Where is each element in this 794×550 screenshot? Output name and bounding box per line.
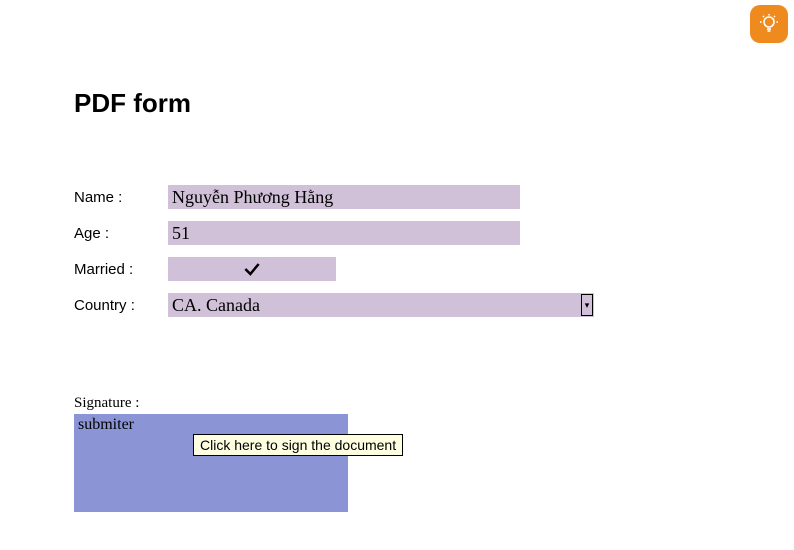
signature-label: Signature :	[74, 395, 720, 412]
lightbulb-icon	[757, 12, 781, 36]
married-label: Married :	[74, 261, 168, 278]
hint-button[interactable]	[750, 5, 788, 43]
country-value: CA. Canada	[172, 295, 260, 316]
country-label: Country :	[74, 297, 168, 314]
name-label: Name :	[74, 189, 168, 206]
age-label: Age :	[74, 225, 168, 242]
page-title: PDF form	[74, 88, 720, 119]
age-field[interactable]	[168, 221, 520, 245]
signature-box[interactable]: submiter	[74, 414, 348, 512]
married-checkbox[interactable]	[168, 257, 336, 281]
signature-placeholder: submiter	[78, 416, 134, 433]
country-select[interactable]: CA. Canada ▾	[168, 293, 594, 317]
signature-tooltip: Click here to sign the document	[193, 434, 403, 456]
check-icon	[242, 259, 262, 279]
name-field[interactable]	[168, 185, 520, 209]
chevron-down-icon: ▾	[581, 294, 593, 316]
